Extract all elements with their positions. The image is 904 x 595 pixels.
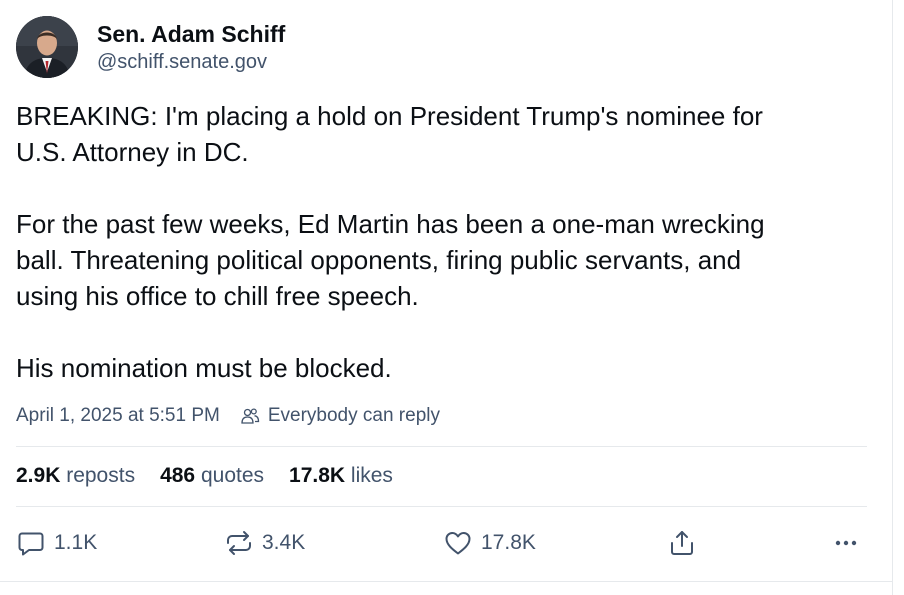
post-line: His nomination must be blocked. <box>16 353 392 383</box>
likes-stat[interactable]: 17.8K likes <box>289 462 393 490</box>
people-icon <box>240 406 260 426</box>
engagement-stats: 2.9K reposts 486 quotes 17.8K likes <box>16 462 418 490</box>
author-handle[interactable]: @schiff.senate.gov <box>97 49 285 75</box>
panel-bottom-border <box>0 581 892 582</box>
reposts-count: 2.9K <box>16 464 61 487</box>
reposts-stat[interactable]: 2.9K reposts <box>16 462 135 490</box>
quotes-count: 486 <box>160 464 196 487</box>
like-button[interactable]: 17.8K <box>443 528 536 558</box>
post-line: BREAKING: I'm placing a hold on Presiden… <box>16 101 763 131</box>
share-button[interactable] <box>667 528 697 558</box>
post-text: BREAKING: I'm placing a hold on Presiden… <box>16 98 884 386</box>
divider <box>16 446 867 447</box>
more-options-button[interactable] <box>831 528 861 558</box>
reposts-label: reposts <box>66 464 136 487</box>
panel-right-border <box>892 0 893 595</box>
repost-count: 3.4K <box>262 531 306 554</box>
like-count: 17.8K <box>481 531 536 554</box>
speech-bubble-icon <box>18 532 44 556</box>
post-line: ball. Threatening political opponents, f… <box>16 245 742 275</box>
more-dots-icon <box>835 540 857 546</box>
repost-arrows-icon <box>227 531 251 555</box>
author-names: Sen. Adam Schiff @schiff.senate.gov <box>97 19 285 75</box>
divider <box>16 506 867 507</box>
action-bar: 1.1K 3.4K 17.8K <box>16 528 867 560</box>
avatar-image <box>16 16 78 78</box>
post-line: using his office to chill free speech. <box>16 281 419 311</box>
reply-setting[interactable]: Everybody can reply <box>268 402 440 430</box>
avatar[interactable] <box>16 16 78 78</box>
post-line: For the past few weeks, Ed Martin has be… <box>16 209 765 239</box>
quotes-label: quotes <box>200 464 265 487</box>
likes-label: likes <box>350 464 393 487</box>
post-header: Sen. Adam Schiff @schiff.senate.gov <box>16 16 285 78</box>
reply-count: 1.1K <box>54 531 98 554</box>
post-meta: April 1, 2025 at 5:51 PM Everybody can r… <box>16 402 440 430</box>
quotes-stat[interactable]: 486 quotes <box>160 462 264 490</box>
reply-button[interactable]: 1.1K <box>16 528 97 558</box>
post-line: U.S. Attorney in DC. <box>16 137 249 167</box>
post-timestamp[interactable]: April 1, 2025 at 5:51 PM <box>16 402 220 430</box>
likes-count: 17.8K <box>289 464 346 487</box>
heart-icon <box>445 532 471 555</box>
repost-button[interactable]: 3.4K <box>224 528 305 558</box>
author-display-name[interactable]: Sen. Adam Schiff <box>97 19 285 49</box>
share-upload-icon <box>671 531 693 555</box>
